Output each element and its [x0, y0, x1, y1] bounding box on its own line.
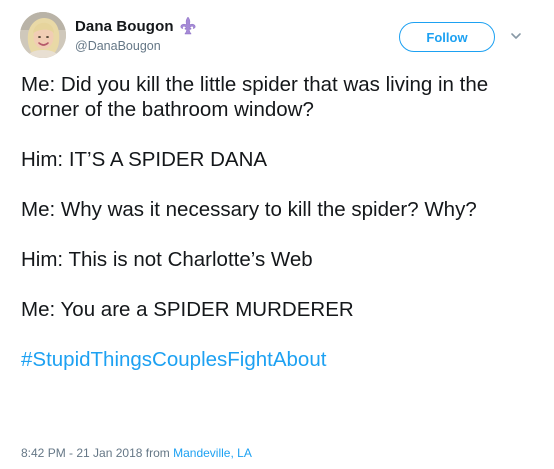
chevron-down-icon[interactable]: [509, 29, 523, 43]
profile-photo-icon: [20, 12, 66, 58]
tweet-line: Him: This is not Charlotte’s Web: [21, 248, 313, 271]
author-block: Dana Bougon @DanaBougon: [75, 16, 197, 53]
avatar[interactable]: [20, 12, 66, 58]
display-name[interactable]: Dana Bougon: [75, 18, 174, 35]
timestamp[interactable]: 8:42 PM - 21 Jan 2018: [21, 446, 142, 460]
tweet-text: Me: Did you kill the little spider that …: [21, 72, 541, 372]
author-handle[interactable]: @DanaBougon: [75, 39, 197, 53]
from-label: from: [145, 446, 170, 460]
follow-button[interactable]: Follow: [399, 22, 495, 52]
tweet-meta: 8:42 PM - 21 Jan 2018 from Mandeville, L…: [21, 446, 252, 460]
location-link[interactable]: Mandeville, LA: [173, 446, 252, 460]
tweet-line: Me: Did you kill the little spider that …: [21, 73, 489, 121]
fleur-de-lis-icon: [179, 16, 197, 36]
tweet-line: Me: You are a SPIDER MURDERER: [21, 298, 354, 321]
tweet-line: Me: Why was it necessary to kill the spi…: [21, 198, 477, 221]
tweet-card: Dana Bougon @DanaBougon Follow Me: Did y…: [0, 0, 554, 469]
hashtag-link[interactable]: #StupidThingsCouplesFightAbout: [21, 348, 326, 371]
tweet-line: Him: IT’S A SPIDER DANA: [21, 148, 268, 171]
display-name-row: Dana Bougon: [75, 16, 197, 36]
